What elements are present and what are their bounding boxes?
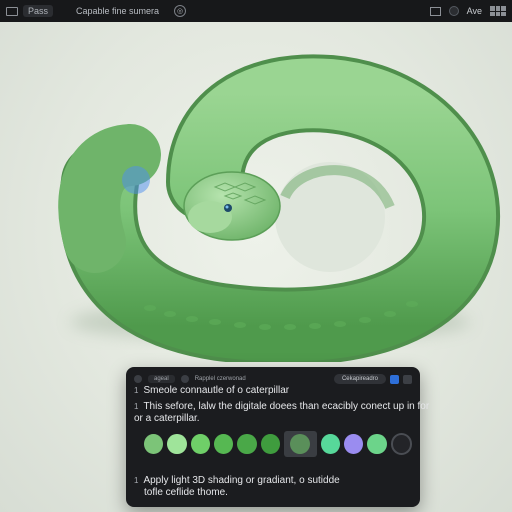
grid-icon[interactable] [490,6,506,16]
add-swatch-button[interactable] [390,433,413,455]
prompt-line-2: 1 This sefore, lalw the digitale doees th… [134,401,429,413]
color-swatches [144,431,413,457]
swatch-3[interactable] [190,434,210,454]
panel-pill-button[interactable]: Cekapireadro [333,374,386,384]
swatch-5[interactable] [237,434,257,454]
swatch-6[interactable] [260,434,280,454]
right-chip[interactable]: Ave [467,6,482,16]
panel-option-icon[interactable] [403,374,412,384]
line-text: tofle ceflide thome. [144,487,228,498]
panel-toggle-icon[interactable] [390,374,399,384]
panel-toolbar: ageal Rapplel czerwonad Cekapireadro [134,373,412,385]
line-text: This sefore, lalw the digitale doees tha… [143,401,430,412]
prompt-line-1: 1 Smeole connautle of o caterpillar [134,385,412,397]
swatch-1[interactable] [144,434,164,454]
prompt-line-3b: tofle ceflide thome. [134,487,412,499]
line-text: Apply light 3D shading or gradiant, o su… [143,475,340,486]
prompt-line-2b: or a caterpillar. [134,413,412,425]
record-icon[interactable] [448,6,459,16]
prompt-panel: ageal Rapplel czerwonad Cekapireadro 1 Sm… [126,367,429,507]
line-number: 1 [134,402,139,411]
line-text: or a caterpillar. [134,413,200,424]
top-bar: Pass Capable fine sumera ◎ Ave [0,0,512,22]
settings-icon[interactable]: ◎ [174,5,187,17]
line-number: 1 [134,476,139,485]
panel-info-icon[interactable] [180,375,189,383]
swatch-9[interactable] [367,434,387,454]
swatch-8[interactable] [344,434,364,454]
window-icon[interactable] [6,6,18,16]
top-chip[interactable]: Pass [23,5,54,17]
screen-icon[interactable] [429,6,441,16]
swatch-2[interactable] [167,434,187,454]
swatch-7[interactable] [320,434,341,454]
swatch-4[interactable] [213,434,234,454]
panel-chip[interactable]: ageal [148,375,175,383]
prompt-line-3: 1 Apply light 3D shading or gradiant, o s… [134,475,412,487]
caterpillar-illustration [58,54,501,362]
panel-subtitle: Rapplel czerwonad [194,376,246,382]
line-number: 1 [134,386,139,395]
caterpillar-head [183,171,281,241]
window-title: Capable fine sumera [76,6,160,16]
line-text: Smeole connautle of o caterpillar [143,385,290,396]
panel-menu-icon[interactable] [134,375,142,383]
swatch-selected[interactable] [283,431,317,457]
